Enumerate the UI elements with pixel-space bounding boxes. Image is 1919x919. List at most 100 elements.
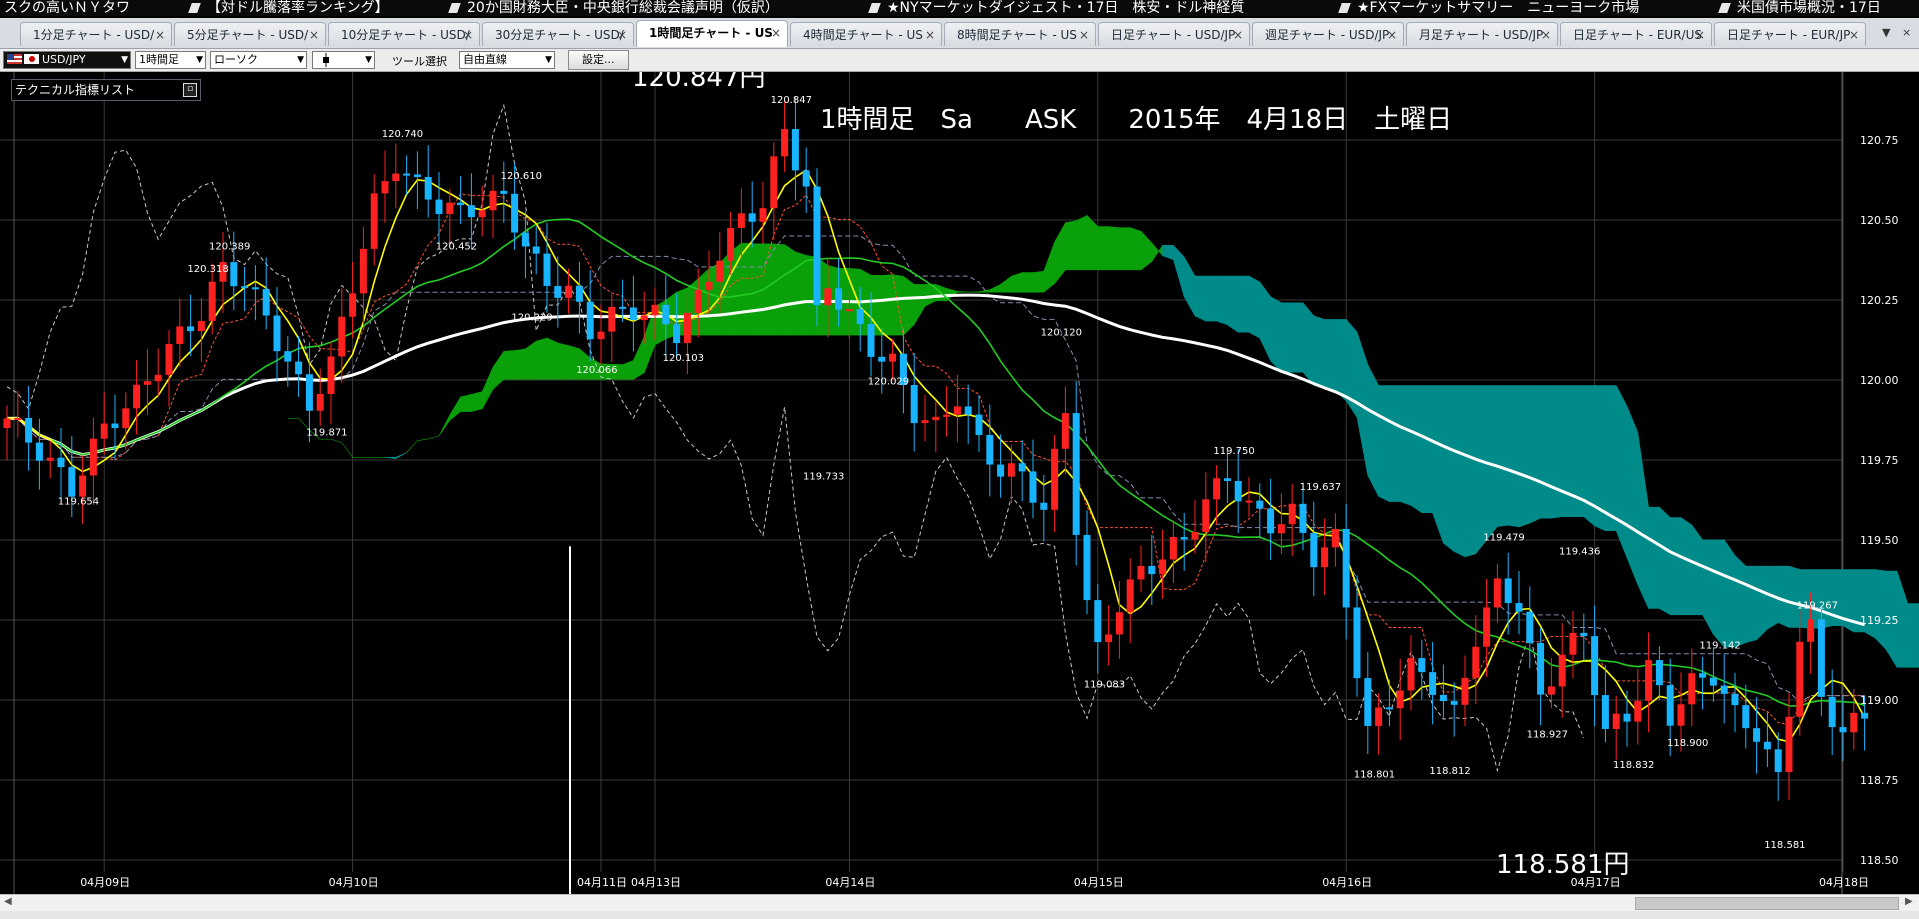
- tab-chart[interactable]: 1時間足チャート - US ×: [636, 20, 788, 47]
- candle-body: [316, 394, 324, 411]
- candle-body: [1364, 678, 1372, 726]
- news-headline[interactable]: 米国債市場概況・17日: [1718, 0, 1881, 16]
- price-chart[interactable]: 120.318 119.654 120.389 119.871 120.740 120.6…: [0, 72, 1919, 894]
- chevron-down-icon: ▼: [297, 55, 304, 65]
- tab-chart[interactable]: 4時間足チャート - US ×: [790, 22, 942, 46]
- tab-label: 1時間足チャート - US: [649, 26, 773, 40]
- ichimoku-cloud: [1054, 221, 1066, 285]
- tab-chart[interactable]: 10分足チャート - USD/×: [328, 22, 480, 46]
- ichimoku-cloud: [492, 350, 505, 390]
- low-price-label: 118.581円: [1496, 850, 1630, 880]
- ichimoku-cloud: [1518, 385, 1531, 528]
- tab-close-icon[interactable]: ×: [1849, 23, 1859, 46]
- candle-body: [759, 208, 767, 222]
- ichimoku-cloud: [1086, 214, 1099, 271]
- ichimoku-cloud: [1648, 506, 1660, 609]
- news-headline[interactable]: スクの高いＮＹタワ: [4, 0, 130, 16]
- candle-body: [381, 181, 389, 194]
- candle-body: [1623, 713, 1631, 722]
- candle-body: [781, 129, 789, 157]
- ichimoku-cloud: [1119, 227, 1131, 271]
- candle-body: [964, 406, 972, 415]
- y-axis-tick-label: 119.00: [1860, 694, 1899, 707]
- candlestick-icon: [323, 53, 329, 67]
- tab-close-icon[interactable]: ×: [771, 21, 781, 45]
- candle-body: [1310, 532, 1318, 568]
- tab-chart[interactable]: 日足チャート - EUR/US ×: [1560, 22, 1712, 46]
- ichimoku-cloud: [1475, 385, 1487, 555]
- news-headline[interactable]: 【対ドル騰落率ランキング】: [188, 0, 389, 16]
- ichimoku-cloud: [1313, 315, 1325, 390]
- scroll-right-icon[interactable]: ▶: [1905, 896, 1913, 907]
- candle-body: [640, 315, 648, 321]
- news-ticker[interactable]: スクの高いＮＹタワ 【対ドル騰落率ランキング】 20か国財務大臣・中央銀行総裁会議声…: [0, 0, 1919, 16]
- candle-body: [932, 416, 940, 421]
- scroll-left-icon[interactable]: ◀: [4, 896, 12, 907]
- candle-body: [737, 213, 745, 228]
- ichimoku-cloud: [1497, 385, 1509, 527]
- candle-body: [1483, 607, 1491, 647]
- timeframe-select[interactable]: 1時間足 ▼: [135, 51, 206, 69]
- technical-indicator-list-button[interactable]: テクニカル指標リスト ▫: [11, 79, 201, 101]
- tab-close-icon[interactable]: ×: [1079, 23, 1089, 46]
- tab-chart[interactable]: 日足チャート - USD/JP ×: [1098, 22, 1250, 46]
- chart-type-select[interactable]: ローソク ▼: [210, 51, 307, 69]
- news-headline-text: スクの高いＮＹタワ: [4, 0, 130, 16]
- price-annotation: 119.479: [1483, 533, 1524, 544]
- candle-body: [1763, 741, 1771, 750]
- tab-close-icon[interactable]: ×: [1695, 23, 1705, 46]
- candle-body: [143, 381, 151, 385]
- candle-body: [457, 202, 465, 206]
- ichimoku-cloud: [1432, 385, 1444, 544]
- tab-chart[interactable]: 1分足チャート - USD/×: [20, 22, 172, 46]
- ichimoku-cloud: [1173, 244, 1185, 297]
- tab-close-icon[interactable]: ×: [1541, 23, 1551, 46]
- price-annotation: 120.610: [501, 171, 542, 182]
- tab-label: 8時間足チャート - US: [957, 28, 1077, 42]
- tab-chart[interactable]: 日足チャート - EUR/JP ×: [1714, 22, 1866, 46]
- ichimoku-cloud: [428, 435, 440, 440]
- tab-chart[interactable]: 5分足チャート - USD/×: [174, 22, 326, 46]
- close-icon[interactable]: ×: [1902, 26, 1911, 39]
- tab-list-dropdown-icon[interactable]: ▼: [1882, 26, 1890, 39]
- ichimoku-cloud: [1659, 506, 1671, 616]
- news-headline[interactable]: ★FXマーケットサマリー ニューヨーク市場: [1338, 0, 1639, 16]
- ichimoku-cloud: [1788, 565, 1801, 628]
- price-annotation: 119.733: [803, 471, 844, 482]
- ichimoku-cloud: [1227, 275, 1239, 333]
- tab-chart[interactable]: 週足チャート - USD/JP ×: [1252, 22, 1404, 46]
- ichimoku-cloud: [1723, 538, 1736, 648]
- tab-close-icon[interactable]: ×: [1387, 23, 1397, 46]
- tab-chart[interactable]: 8時間足チャート - US ×: [944, 22, 1096, 46]
- scrollbar-thumb[interactable]: [1635, 897, 1899, 910]
- candle-body: [446, 202, 454, 215]
- drawing-tool-select[interactable]: 自由直線 ▼: [459, 51, 555, 69]
- horizontal-scrollbar[interactable]: ◀ ▶: [0, 894, 1919, 912]
- news-headline[interactable]: ★NYマーケットダイジェスト・17日 株安・ドル神経質: [868, 0, 1245, 16]
- candle-body: [57, 457, 65, 468]
- status-strip: [0, 911, 1919, 919]
- tab-close-icon[interactable]: ×: [617, 23, 627, 46]
- tab-close-icon[interactable]: ×: [463, 23, 473, 46]
- high-price-label: 120.847円: [632, 72, 766, 93]
- tab-close-icon[interactable]: ×: [309, 23, 319, 46]
- ichimoku-cloud: [1669, 517, 1682, 616]
- tab-close-icon[interactable]: ×: [925, 23, 935, 46]
- currency-pair-select[interactable]: USD/JPY ▼: [3, 51, 131, 69]
- news-headline[interactable]: 20か国財務大臣・中央銀行総裁会議声明（仮訳）: [448, 0, 779, 16]
- candle-body: [1245, 500, 1253, 503]
- minimize-icon[interactable]: ▫: [183, 83, 197, 97]
- news-headline-text: ★NYマーケットダイジェスト・17日 株安・ドル神経質: [887, 0, 1245, 16]
- candle-body: [133, 384, 141, 409]
- tab-close-icon[interactable]: ×: [155, 23, 165, 46]
- candle-body: [1396, 690, 1404, 709]
- tab-close-icon[interactable]: ×: [1233, 23, 1243, 46]
- candle-body: [1753, 728, 1761, 742]
- candle-style-select[interactable]: ▼: [312, 51, 375, 69]
- candle-body: [856, 309, 864, 325]
- tab-chart[interactable]: 30分足チャート - USD/×: [482, 22, 634, 46]
- ichimoku-cloud: [395, 452, 407, 460]
- candle-body: [1256, 500, 1264, 509]
- tab-chart[interactable]: 月足チャート - USD/JP ×: [1406, 22, 1558, 46]
- settings-button[interactable]: 設定...: [568, 50, 629, 70]
